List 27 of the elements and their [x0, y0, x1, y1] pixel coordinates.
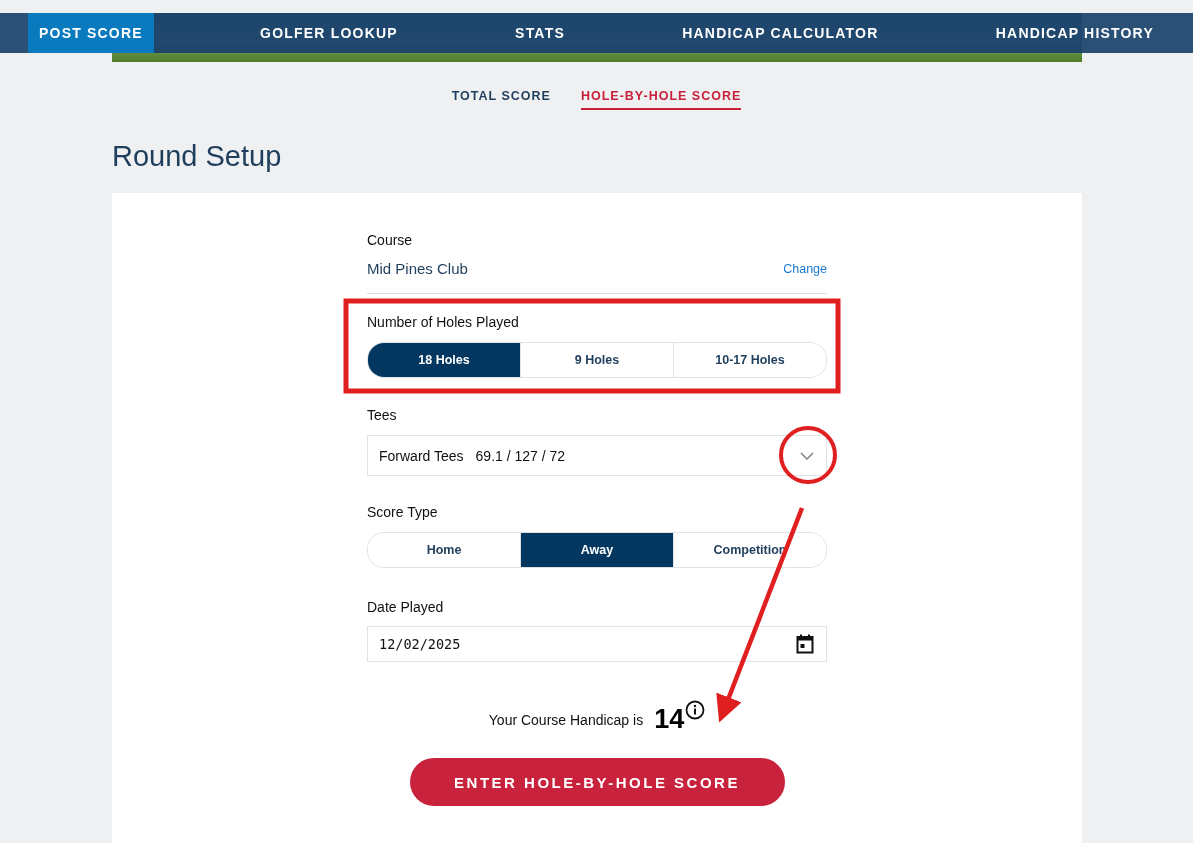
nav-tab[interactable]: HANDICAP HISTORY — [984, 13, 1165, 53]
chevron-down-icon — [800, 451, 814, 460]
course-name: Mid Pines Club — [367, 260, 468, 277]
handicap-value: 14 — [654, 704, 685, 734]
handicap-label: Your Course Handicap is — [488, 712, 644, 728]
highlight-circle — [779, 426, 837, 484]
field-label: Score Type — [367, 504, 439, 520]
change-link[interactable]: Change — [783, 261, 827, 276]
field-label: Date Played — [367, 599, 445, 615]
info-icon[interactable] — [685, 700, 706, 720]
page-heading: Round Setup — [112, 139, 283, 174]
score-type-option[interactable]: Away — [520, 533, 673, 567]
nav-tab[interactable]: POST SCORE — [28, 13, 154, 53]
score-tab[interactable]: TOTAL SCORE — [451, 89, 551, 110]
nav-tab[interactable]: GOLFER LOOKUP — [249, 13, 409, 53]
nav-tab[interactable]: STATS — [504, 13, 576, 53]
field-label: Number of Holes Played — [367, 314, 520, 330]
tees-dropdown[interactable]: Forward Tees 69.1 / 127 / 72 — [367, 435, 827, 476]
nav-tab[interactable]: HANDICAP CALCULATOR — [671, 13, 890, 53]
date-field[interactable]: 12/02/2025 — [367, 626, 827, 662]
holes-option[interactable]: 18 Holes — [368, 343, 520, 377]
score-tab[interactable]: HOLE-BY-HOLE SCORE — [580, 89, 742, 110]
calendar-icon — [796, 634, 814, 654]
field-label: Tees — [367, 407, 398, 423]
enter-score-button[interactable]: ENTER HOLE-BY-HOLE SCORE — [409, 758, 785, 806]
holes-option[interactable]: 10-17 Holes — [673, 343, 826, 377]
field-label: Course — [367, 232, 414, 248]
